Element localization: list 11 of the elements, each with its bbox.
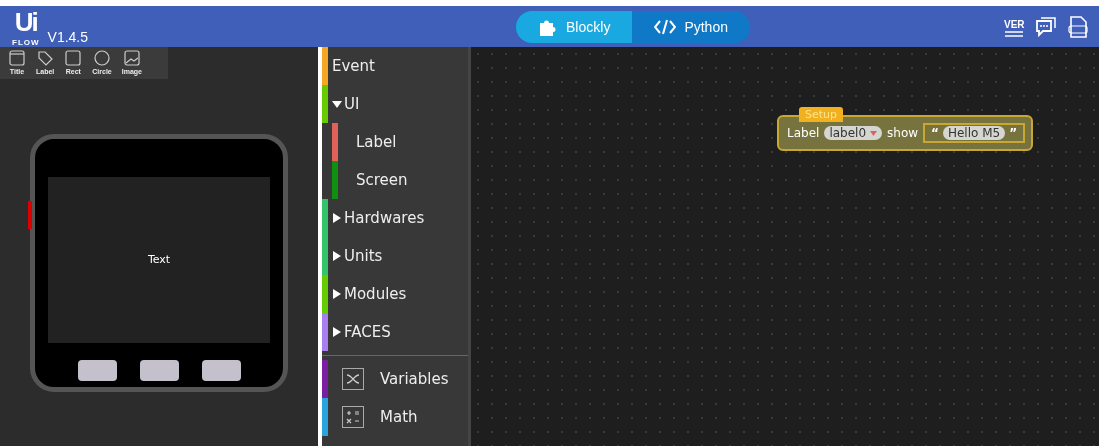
text-field[interactable]: Hello M5 <box>942 126 1006 140</box>
version-label: V1.4.5 <box>47 29 89 45</box>
uiflow-logo: Ui FLOW <box>12 6 40 47</box>
block-label: show <box>887 126 919 140</box>
quote-mark: ” <box>1009 126 1018 140</box>
screen-text[interactable]: Text <box>147 253 171 266</box>
block-label: Label <box>787 126 820 140</box>
string-block[interactable]: “ Hello M5 ” <box>923 123 1026 143</box>
dropdown-field[interactable]: label0 <box>824 126 883 140</box>
version-button[interactable]: VER <box>1001 13 1027 40</box>
quote-mark: “ <box>931 126 939 140</box>
